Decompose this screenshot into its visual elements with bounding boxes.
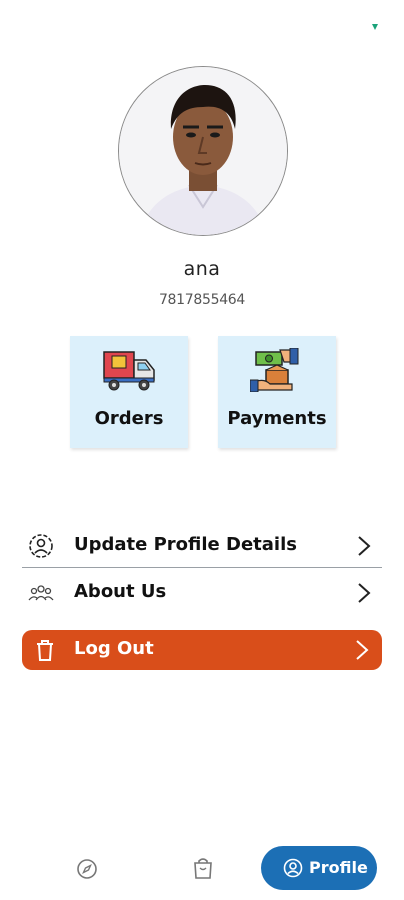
trash-icon: [37, 640, 53, 661]
menu-divider: [22, 567, 382, 568]
profile-name: ana: [183, 258, 221, 280]
orders-label: Orders: [94, 408, 164, 429]
nav-profile-label: Profile: [309, 858, 368, 877]
shopping-bag-icon[interactable]: [192, 856, 214, 880]
orders-tile[interactable]: Orders: [70, 336, 188, 448]
logout-label: Log Out: [74, 638, 154, 659]
compass-icon[interactable]: [76, 858, 98, 880]
about-us-row[interactable]: About Us: [22, 571, 382, 613]
chevron-right-icon: [358, 583, 371, 603]
signal-indicator-icon: [372, 24, 378, 30]
update-profile-row[interactable]: Update Profile Details: [22, 524, 382, 566]
logout-button[interactable]: Log Out: [22, 630, 382, 670]
update-profile-label: Update Profile Details: [74, 534, 297, 555]
nav-profile-tab[interactable]: Profile: [261, 846, 377, 890]
avatar-photo: [119, 67, 287, 235]
avatar[interactable]: [118, 66, 288, 236]
about-us-label: About Us: [74, 581, 167, 602]
payments-tile[interactable]: Payments: [218, 336, 336, 448]
profile-phone: 7817855464: [158, 292, 246, 308]
chevron-right-icon: [358, 536, 371, 556]
delivery-truck-icon: [103, 351, 155, 391]
group-icon: [28, 585, 54, 601]
user-settings-icon: [29, 534, 53, 558]
cash-hand-icon: [250, 348, 299, 392]
payments-label: Payments: [227, 408, 327, 429]
chevron-right-icon: [356, 640, 369, 660]
user-circle-icon: [283, 858, 303, 878]
